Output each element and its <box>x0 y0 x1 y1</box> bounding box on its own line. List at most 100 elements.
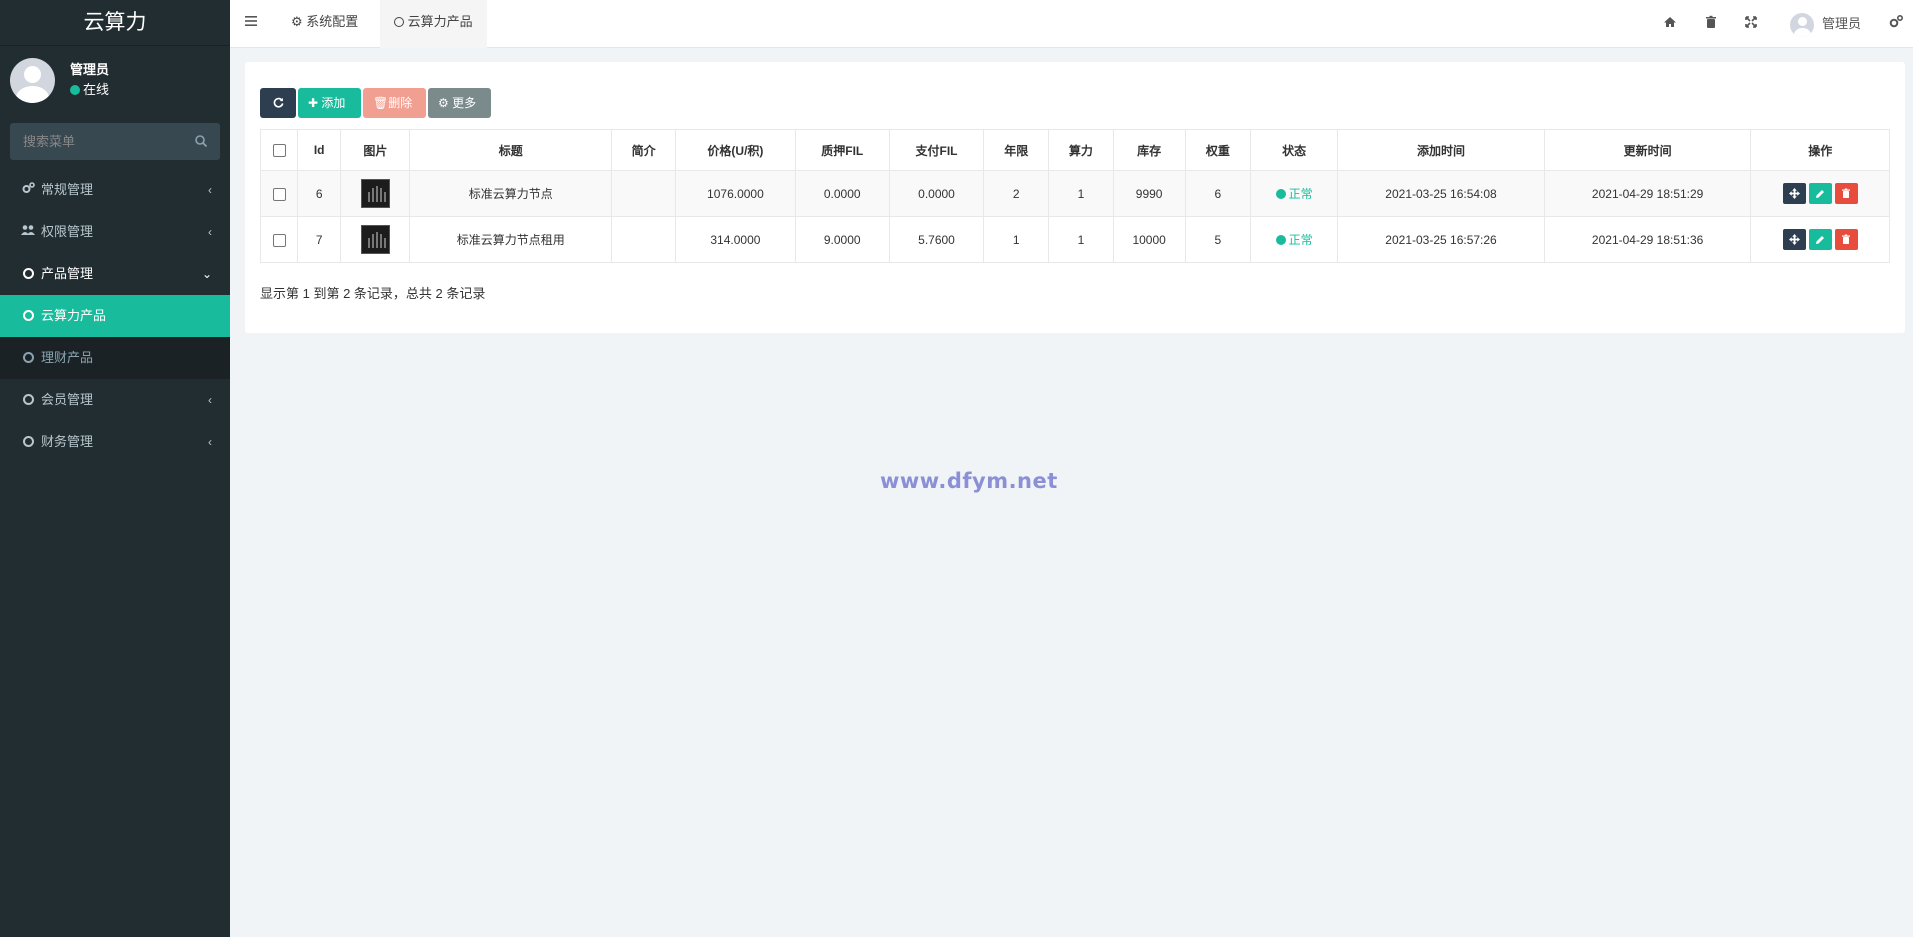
home-icon[interactable] <box>1662 14 1678 30</box>
gear-icon: ⚙ <box>438 96 449 110</box>
navbar-user-name: 管理员 <box>1821 16 1861 31</box>
column-header[interactable]: 支付FIL <box>888 129 985 171</box>
plus-icon: ✚ <box>308 96 319 110</box>
more-button[interactable]: ⚙ 更多 <box>428 88 491 118</box>
sidebar-item-members[interactable]: 会员管理 ‹ <box>0 379 230 421</box>
user-status: 在线 <box>70 79 109 98</box>
cell-power: 1 <box>1048 216 1114 263</box>
tab-label: 系统配置 <box>306 14 359 29</box>
chevron-left-icon: ‹ <box>208 183 212 197</box>
delete-button-label: 删除 <box>388 96 413 110</box>
status-label: 正常 <box>1288 233 1313 247</box>
cell-years: 1 <box>983 216 1050 263</box>
drag-sort-button[interactable] <box>1782 183 1806 204</box>
edit-button[interactable] <box>1808 229 1832 250</box>
sidebar-item-cloud-products[interactable]: 云算力产品 <box>0 295 230 337</box>
column-header[interactable]: 更新时间 <box>1543 129 1752 171</box>
move-icon <box>1788 234 1800 245</box>
column-header[interactable]: 价格(U/积) <box>675 129 796 171</box>
edit-button[interactable] <box>1808 183 1832 204</box>
column-header[interactable]: 状态 <box>1249 129 1339 171</box>
sidebar-item-general[interactable]: 常规管理 ‹ <box>0 169 230 211</box>
cell-updated: 2021-04-29 18:51:36 <box>1543 216 1752 263</box>
product-thumbnail[interactable] <box>360 225 390 254</box>
status-badge: 正常 <box>1249 216 1339 263</box>
cell-price: 314.0000 <box>675 216 796 263</box>
user-name: 管理员 <box>70 62 110 77</box>
sidebar-item-label: 财务管理 <box>41 434 94 449</box>
sidebar-menu: 常规管理 ‹ 权限管理 ‹ 产品管理 ⌄ 云算力产品 理财产品 会员管理 ‹ 财… <box>0 169 230 463</box>
circle-icon <box>22 436 34 447</box>
sidebar-item-permissions[interactable]: 权限管理 ‹ <box>0 211 230 253</box>
product-thumbnail[interactable] <box>360 179 390 208</box>
cell-pay: 5.7600 <box>888 216 985 263</box>
add-button[interactable]: ✚ 添加 <box>298 88 361 118</box>
sidebar: 云算力 管理员 在线 常规管理 ‹ 权限管理 ‹ 产品管理 ⌄ 云算力产品 理财… <box>0 0 230 937</box>
sidebar-item-products[interactable]: 产品管理 ⌄ <box>0 253 230 295</box>
user-status-label: 在线 <box>83 82 110 97</box>
menu-search-input[interactable] <box>10 123 190 160</box>
cell-weight: 5 <box>1184 216 1251 263</box>
circle-icon <box>22 394 34 405</box>
column-header[interactable]: 算力 <box>1048 129 1114 171</box>
column-header[interactable]: 质押FIL <box>794 129 890 171</box>
sidebar-item-finance-products[interactable]: 理财产品 <box>0 337 230 379</box>
delete-row-button[interactable] <box>1834 183 1858 204</box>
gear-icon: ⚙ <box>291 14 303 29</box>
hamburger-menu-icon[interactable] <box>244 14 258 28</box>
cogs-icon[interactable] <box>1888 14 1904 30</box>
row-checkbox[interactable] <box>272 233 286 247</box>
table-row: 6 标准云算力节点 1076.0000 0.0000 0.0000 2 1 99… <box>259 170 1890 217</box>
row-checkbox[interactable] <box>272 187 286 201</box>
cell-created: 2021-03-25 16:54:08 <box>1337 170 1545 217</box>
watermark: www.dfym.net <box>880 469 1058 493</box>
column-header[interactable]: 添加时间 <box>1337 129 1545 171</box>
status-label: 正常 <box>1288 187 1313 201</box>
trash-icon <box>1842 188 1851 198</box>
delete-button[interactable]: 🗑删除 <box>363 88 426 118</box>
fullscreen-icon[interactable] <box>1743 14 1759 30</box>
avatar <box>1789 12 1814 37</box>
search-icon[interactable] <box>194 134 208 148</box>
circle-icon <box>22 310 34 321</box>
column-header[interactable]: 图片 <box>340 129 411 171</box>
column-header: 操作 <box>1750 129 1890 171</box>
cell-price: 1076.0000 <box>675 170 796 217</box>
circle-icon <box>22 268 34 279</box>
trash-icon[interactable] <box>1703 14 1719 30</box>
app-logo[interactable]: 云算力 <box>0 0 230 46</box>
column-header[interactable]: 标题 <box>409 129 613 171</box>
refresh-button[interactable] <box>260 88 296 118</box>
column-header[interactable]: 简介 <box>611 129 677 171</box>
delete-row-button[interactable] <box>1834 229 1858 250</box>
trash-icon <box>1842 234 1851 244</box>
user-avatar <box>10 58 55 103</box>
column-header[interactable]: Id <box>297 129 342 171</box>
tab-cloud-products[interactable]: 云算力产品 <box>380 0 487 48</box>
cell-stock: 10000 <box>1112 216 1186 263</box>
tab-system-config[interactable]: ⚙ 系统配置 <box>277 0 372 48</box>
circle-icon <box>22 352 34 363</box>
sidebar-item-label: 理财产品 <box>41 350 94 365</box>
column-header[interactable]: 权重 <box>1184 129 1251 171</box>
sidebar-item-label: 会员管理 <box>41 392 94 407</box>
chevron-down-icon: ⌄ <box>201 267 212 281</box>
drag-sort-button[interactable] <box>1782 229 1806 250</box>
select-all-checkbox[interactable] <box>272 144 286 158</box>
user-panel: 管理员 在线 <box>0 46 230 120</box>
sidebar-item-label: 权限管理 <box>41 224 94 239</box>
cell-id: 7 <box>297 216 342 263</box>
cogs-icon <box>21 169 35 211</box>
chevron-left-icon: ‹ <box>208 225 212 239</box>
column-header[interactable]: 库存 <box>1112 129 1186 171</box>
cell-intro <box>611 170 677 217</box>
sidebar-item-label: 云算力产品 <box>41 308 107 323</box>
sidebar-item-finance[interactable]: 财务管理 ‹ <box>0 421 230 463</box>
cell-years: 2 <box>983 170 1050 217</box>
cell-title: 标准云算力节点租用 <box>409 216 613 263</box>
navbar-user-menu[interactable]: 管理员 <box>1789 12 1861 37</box>
sidebar-item-label: 产品管理 <box>41 266 94 281</box>
cell-power: 1 <box>1048 170 1114 217</box>
cell-id: 6 <box>297 170 342 217</box>
column-header[interactable]: 年限 <box>983 129 1050 171</box>
